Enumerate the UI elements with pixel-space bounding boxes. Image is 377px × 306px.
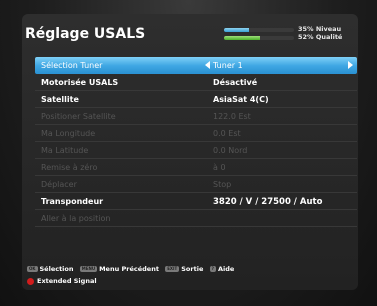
menu-key-label: Menu Précédent — [99, 265, 159, 273]
menu-row-label: Satellite — [41, 95, 79, 104]
footer-red-line: Extended Signal — [27, 277, 238, 289]
usals-menu: Sélection Tuner Tuner 1 Motorisée USALS … — [35, 57, 357, 227]
signal-quality-text: 52% Qualité — [298, 33, 343, 41]
signal-level-bar — [224, 28, 294, 32]
menu-row-label: Remise à zéro — [41, 163, 98, 172]
ok-key-label: Sélection — [39, 265, 74, 273]
tv-screen: Réglage USALS 35% Niveau 52% Qualité Sél… — [0, 0, 377, 306]
menu-row-usals-motor[interactable]: Motorisée USALS Désactivé — [35, 74, 357, 91]
menu-row-value: Tuner 1 — [213, 61, 243, 70]
exit-key-icon: EXIT — [165, 266, 180, 272]
exit-key-label: Sortie — [181, 265, 204, 273]
ok-key-icon: OK — [27, 266, 38, 272]
signal-level-fill — [224, 28, 249, 32]
menu-row-value: Désactivé — [213, 78, 258, 87]
arrow-left-icon[interactable] — [205, 61, 210, 69]
menu-row-label: Aller à la position — [41, 214, 111, 223]
menu-row-value: à 0 — [213, 163, 226, 172]
red-button-label: Extended Signal — [37, 277, 97, 285]
menu-row-go-to-position: Aller à la position — [35, 210, 357, 227]
menu-row-value: AsiaSat 4(C) — [213, 95, 269, 104]
menu-key-icon: MENU — [79, 266, 98, 272]
menu-row-label: Ma Longitude — [41, 129, 96, 138]
footer-keys-line: OK Sélection MENU Menu Précédent EXIT Sorti… — [27, 265, 238, 277]
menu-row-value: 0.0 Est — [213, 129, 241, 138]
signal-quality-fill — [224, 36, 261, 40]
signal-level-text: 35% Niveau — [298, 25, 342, 33]
menu-row-my-longitude: Ma Longitude 0.0 Est — [35, 125, 357, 142]
menu-row-value: 122.0 Est — [213, 112, 251, 121]
arrow-right-icon[interactable] — [348, 61, 353, 69]
menu-row-reset: Remise à zéro à 0 — [35, 159, 357, 176]
signal-quality-bar — [224, 36, 294, 40]
menu-row-label: Ma Latitude — [41, 146, 89, 155]
footer-help-bar: OK Sélection MENU Menu Précédent EXIT Sorti… — [27, 265, 238, 289]
menu-row-label: Motorisée USALS — [41, 78, 119, 87]
menu-row-label: Transpondeur — [41, 197, 104, 206]
menu-row-my-latitude: Ma Latitude 0.0 Nord — [35, 142, 357, 159]
menu-row-label: Positioner Satellite — [41, 112, 116, 121]
help-key-label: Aide — [217, 265, 235, 273]
menu-row-transponder[interactable]: Transpondeur 3820 / V / 27500 / Auto — [35, 193, 357, 210]
menu-row-move: Déplacer Stop — [35, 176, 357, 193]
page-title: Réglage USALS — [25, 26, 146, 42]
menu-row-value: 3820 / V / 27500 / Auto — [213, 197, 323, 207]
menu-row-value: Stop — [213, 180, 232, 189]
menu-row-tuner-selection[interactable]: Sélection Tuner Tuner 1 — [35, 57, 357, 74]
red-button-icon — [27, 277, 34, 285]
menu-row-satellite[interactable]: Satellite AsiaSat 4(C) — [35, 91, 357, 108]
menu-row-value: 0.0 Nord — [213, 146, 248, 155]
menu-row-label: Déplacer — [41, 180, 77, 189]
menu-row-position-satellite: Positioner Satellite 122.0 Est — [35, 108, 357, 125]
help-key-icon: ? — [209, 266, 216, 272]
menu-row-label: Sélection Tuner — [41, 61, 103, 70]
